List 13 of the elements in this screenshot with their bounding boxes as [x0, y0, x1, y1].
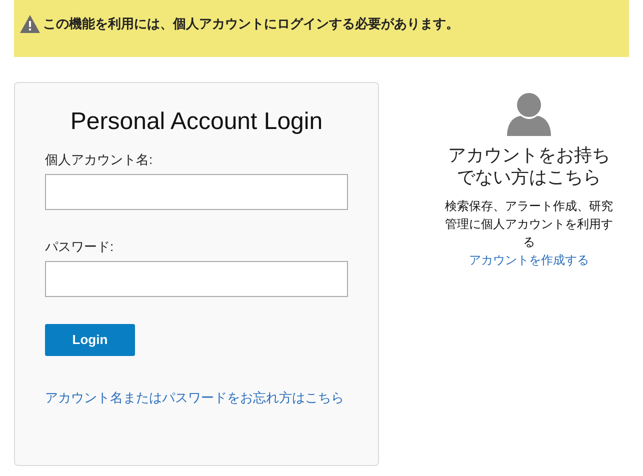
user-icon [507, 92, 551, 136]
field-label: 個人アカウント名: [45, 151, 154, 169]
alert-message: この機能を利用には、個人アカウントにログインする必要があります。 [43, 15, 459, 33]
panel-title: Personal Account Login [69, 107, 324, 137]
forgot-password-link[interactable]: アカウント名またはパスワードをお忘れ方はこちら [45, 390, 344, 405]
warning-icon [20, 15, 40, 33]
signup-description: 検索保存、アラート作成、研究管理に個人アカウントを利用する [444, 198, 614, 251]
input-field[interactable] [45, 261, 348, 297]
field-label: パスワード: [45, 238, 115, 256]
create-account-link[interactable]: アカウントを作成する [469, 251, 589, 269]
input-field[interactable] [45, 174, 348, 210]
login-button[interactable]: Login [45, 324, 135, 356]
signup-heading: アカウントをお持ちでない方はこちら [447, 144, 611, 188]
